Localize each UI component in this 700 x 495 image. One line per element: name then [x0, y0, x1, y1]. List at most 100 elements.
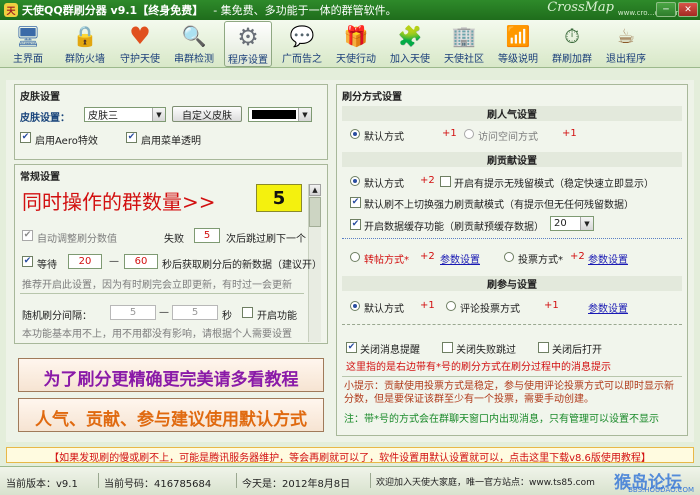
cache-checkbox[interactable]: ✔: [350, 219, 361, 230]
general-group-title: 常规设置: [20, 172, 60, 183]
auto-adjust-label: 自动调整刷分数值: [37, 234, 117, 245]
toolbar-label: 天使行动: [336, 54, 376, 65]
random-to-input[interactable]: 5: [172, 305, 218, 320]
participation-header: 刷参与设置: [342, 276, 682, 291]
version-text: 当前版本：v9.1: [6, 479, 78, 490]
title-bar: 天 天使QQ群刷分器 v9.1【终身免费】 - 集免费、多功能于一体的群管软件。…: [0, 0, 700, 20]
no-residue-checkbox[interactable]: [440, 176, 451, 187]
toolbar-label: 守护天使: [120, 54, 160, 65]
concurrent-groups-input[interactable]: 5: [256, 184, 302, 212]
close-fail-checkbox[interactable]: [442, 342, 453, 353]
toolbar-join[interactable]: 🧩 加入天使: [386, 21, 434, 67]
refresh-group-title: 刷分方式设置: [342, 92, 402, 103]
main-toolbar: 🖥 主界面 🔒 群防火墙 ♥ 守护天使 🔍 串群检测 ⚙ 程序设置 💬 广而告之 🎁 天使行动…: [0, 20, 700, 68]
tip-divider: [342, 376, 682, 377]
pop-default-label: 默认方式: [364, 132, 404, 143]
chat-icon: 💬: [289, 24, 315, 48]
settings-panel: 皮肤设置 皮肤设置： 皮肤三 ▼ 自定义皮肤 ▼ ✔ 启用Aero特效 ✔ 启用菜…: [6, 80, 694, 442]
tutorial-banner[interactable]: 为了刷分更精确更完美请多看教程: [18, 358, 324, 392]
toolbar-exit[interactable]: ☕ 退出程序: [602, 21, 650, 67]
wait-from-input[interactable]: 20: [68, 254, 102, 269]
toolbar-label: 群刷加群: [552, 54, 592, 65]
skin-group-title: 皮肤设置: [20, 92, 60, 103]
skin-select[interactable]: 皮肤三 ▼: [84, 107, 166, 122]
close-msg-label: 关闭消息提醒: [360, 345, 420, 356]
toolbar-settings[interactable]: ⚙ 程序设置: [224, 21, 272, 67]
fail-count-input[interactable]: 5: [194, 228, 220, 243]
toolbar-detect[interactable]: 🔍 串群检测: [170, 21, 218, 67]
toolbar-main[interactable]: 🖥 主界面: [4, 21, 52, 67]
random-hint: 本功能基本用不上，用不用都没有影响，请根据个人需要设置: [22, 329, 292, 340]
wait-checkbox[interactable]: ✔: [22, 256, 33, 267]
pop-visit-radio[interactable]: [464, 129, 474, 139]
menu-transparency-label: 启用菜单透明: [141, 136, 201, 147]
strong-mode-label: 默认刷不上切换强力刷贡献模式（有提示但无任何残留数据）: [364, 200, 634, 211]
random-from-input[interactable]: 5: [110, 305, 156, 320]
wait-to-input[interactable]: 60: [124, 254, 158, 269]
status-bar: 当前版本：v9.1 当前号码：416785684 今天是：2012年8月8日 欢…: [0, 466, 700, 495]
toolbar-ads[interactable]: 💬 广而告之: [278, 21, 326, 67]
concurrent-groups-label: 同时操作的群数量>>: [22, 190, 216, 214]
wait-dash: —: [109, 256, 119, 267]
cache-select[interactable]: 20 ▼: [550, 216, 594, 231]
vote-radio[interactable]: [504, 252, 514, 262]
contrib-default-label: 默认方式: [364, 179, 404, 190]
lock-icon: 🔒: [72, 24, 98, 48]
vote-settings-link[interactable]: 参数设置: [588, 251, 628, 266]
date-text: 今天是：2012年8月8日: [242, 479, 351, 490]
custom-skin-button[interactable]: 自定义皮肤: [172, 106, 242, 122]
join-default-radio[interactable]: [350, 301, 360, 311]
toolbar-community[interactable]: 🏢 天使社区: [440, 21, 488, 67]
contrib-divider: [342, 238, 682, 239]
star-note: 注：带*号的方式会在群聊天窗口内出现消息，只有管理可以设置不显示: [344, 414, 659, 425]
random-dash: —: [159, 307, 169, 318]
toolbar-label: 群防火墙: [65, 54, 105, 65]
app-logo-icon: 天: [4, 3, 18, 17]
aero-checkbox[interactable]: ✔: [20, 132, 31, 143]
toolbar-action[interactable]: 🎁 天使行动: [332, 21, 380, 67]
aero-label: 启用Aero特效: [35, 136, 98, 147]
heart-icon: ♥: [129, 22, 151, 50]
pop-default-radio[interactable]: [350, 129, 360, 139]
contrib-default-radio[interactable]: [350, 176, 360, 186]
cache-label: 开启数据缓存功能（刷贡献预缓存数据）: [364, 222, 544, 233]
toolbar-addgroup[interactable]: ⏱ 群刷加群: [548, 21, 596, 67]
status-divider: [98, 473, 99, 488]
tip-text: 小提示：贡献使用投票方式是稳定，参与使用评论投票方式可以即时显示新分数，但是要保…: [344, 381, 674, 405]
skin-select-value: 皮肤三: [88, 111, 118, 122]
scroll-thumb[interactable]: [309, 197, 321, 227]
repost-settings-link[interactable]: 参数设置: [440, 251, 480, 266]
pop-visit-label: 访问空间方式: [478, 132, 538, 143]
toolbar-guardian[interactable]: ♥ 守护天使: [116, 21, 164, 67]
auto-adjust-checkbox[interactable]: ✔: [22, 230, 33, 241]
join-default-label: 默认方式: [364, 304, 404, 315]
wait-label: 等待: [37, 260, 57, 271]
toolbar-levels[interactable]: 📶 等级说明: [494, 21, 542, 67]
coffee-icon: ☕: [617, 24, 635, 48]
minimize-button[interactable]: ─: [656, 2, 676, 17]
repost-radio[interactable]: [350, 252, 360, 262]
toolbar-label: 主界面: [13, 54, 43, 65]
notice-bar[interactable]: 【如果发现刷的慢或刷不上，可能是腾讯服务器维护，等会再刷就可以了，软件设置用默认…: [6, 447, 694, 464]
comment-vote-points: +1: [544, 300, 559, 311]
tutorial-banner-text: 为了刷分更精确更完美请多看教程: [43, 370, 299, 390]
toolbar-firewall[interactable]: 🔒 群防火墙: [61, 21, 109, 67]
menu-transparency-checkbox[interactable]: ✔: [126, 132, 137, 143]
join-settings-link[interactable]: 参数设置: [588, 300, 628, 315]
close-msg-checkbox[interactable]: ✔: [346, 342, 357, 353]
wait-hint: 推荐开启此设置，因为有时刷完会立即更新，有时过一会更新: [22, 280, 292, 291]
toolbar-label: 等级说明: [498, 54, 538, 65]
close-button[interactable]: ✕: [678, 2, 698, 17]
welcome-text: 欢迎加入天使大家庭，唯一官方站点：www.ts85.com: [376, 478, 595, 488]
skin-color-select[interactable]: ▼: [248, 107, 312, 122]
enable-random-checkbox[interactable]: [242, 307, 253, 318]
comment-vote-radio[interactable]: [446, 301, 456, 311]
close-open-checkbox[interactable]: [538, 342, 549, 353]
status-divider: [236, 473, 237, 488]
gift-icon: 🎁: [343, 24, 369, 48]
monitor-icon: 🖥: [15, 24, 41, 48]
scroll-up-icon[interactable]: ▲: [309, 184, 321, 196]
toolbar-label: 程序设置: [228, 55, 268, 66]
strong-mode-checkbox[interactable]: ✔: [350, 197, 361, 208]
app-window: 天 天使QQ群刷分器 v9.1【终身免费】 - 集免费、多功能于一体的群管软件。…: [0, 0, 700, 495]
